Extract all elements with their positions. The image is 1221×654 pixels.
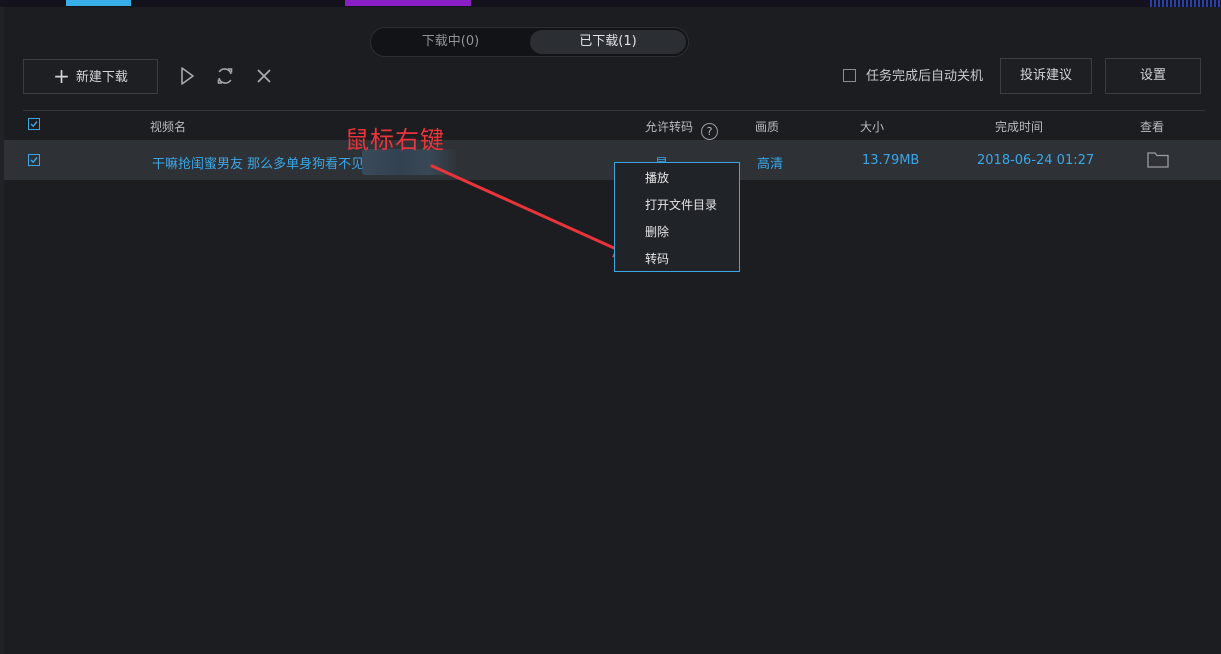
row-finished-time: 2018-06-24 01:27 bbox=[977, 153, 1095, 168]
folder-icon[interactable] bbox=[1147, 151, 1169, 172]
row-size: 13.79MB bbox=[862, 153, 920, 168]
menu-item-transcode[interactable]: 转码 bbox=[645, 250, 669, 267]
menu-item-play[interactable]: 播放 bbox=[645, 169, 669, 186]
play-icon[interactable] bbox=[177, 66, 197, 86]
settings-button[interactable]: 设置 bbox=[1105, 58, 1201, 94]
top-strip-blue-accent bbox=[66, 0, 131, 6]
context-menu: 播放 打开文件目录 删除 转码 bbox=[614, 162, 740, 272]
column-quality: 画质 bbox=[755, 120, 780, 134]
row-quality: 高清 bbox=[757, 157, 784, 172]
close-icon[interactable] bbox=[254, 66, 274, 86]
auto-shutdown-option[interactable]: 任务完成后自动关机 bbox=[843, 68, 983, 86]
column-size: 大小 bbox=[860, 120, 885, 134]
help-icon[interactable]: ? bbox=[701, 123, 719, 140]
menu-item-open-folder[interactable]: 打开文件目录 bbox=[645, 196, 717, 213]
left-edge bbox=[0, 7, 4, 654]
plus-icon: + bbox=[53, 64, 70, 88]
feedback-button[interactable]: 投诉建议 bbox=[1000, 58, 1092, 94]
top-strip-purple-accent bbox=[345, 0, 471, 6]
row-checkbox[interactable] bbox=[28, 154, 40, 166]
row-video-name[interactable]: 干嘛抢闺蜜男友 那么多单身狗看不见 bbox=[152, 153, 364, 172]
header-divider bbox=[23, 110, 1205, 111]
annotation-label: 鼠标右键 bbox=[345, 126, 445, 154]
column-name: 视频名 bbox=[150, 120, 187, 134]
refresh-icon[interactable] bbox=[215, 66, 235, 86]
tab-downloaded[interactable]: 已下载(1) bbox=[530, 30, 686, 54]
column-transcode-label: 允许转码 bbox=[645, 120, 694, 134]
auto-shutdown-label: 任务完成后自动关机 bbox=[866, 69, 984, 84]
top-strip-pattern bbox=[1150, 0, 1221, 7]
download-tabs: 下载中(0) 已下载(1) bbox=[370, 27, 689, 57]
column-finished: 完成时间 bbox=[995, 120, 1044, 134]
column-view: 查看 bbox=[1140, 120, 1165, 134]
select-all-checkbox[interactable] bbox=[28, 118, 40, 130]
auto-shutdown-checkbox[interactable] bbox=[843, 69, 856, 82]
new-download-label: 新建下载 bbox=[75, 70, 128, 85]
annotation-arrow bbox=[430, 164, 638, 261]
top-strip bbox=[0, 0, 1221, 7]
column-transcode: 允许转码? bbox=[645, 118, 719, 140]
new-download-button[interactable]: + 新建下载 bbox=[23, 59, 158, 94]
tab-downloading[interactable]: 下载中(0) bbox=[373, 30, 528, 54]
menu-item-delete[interactable]: 删除 bbox=[645, 223, 669, 240]
